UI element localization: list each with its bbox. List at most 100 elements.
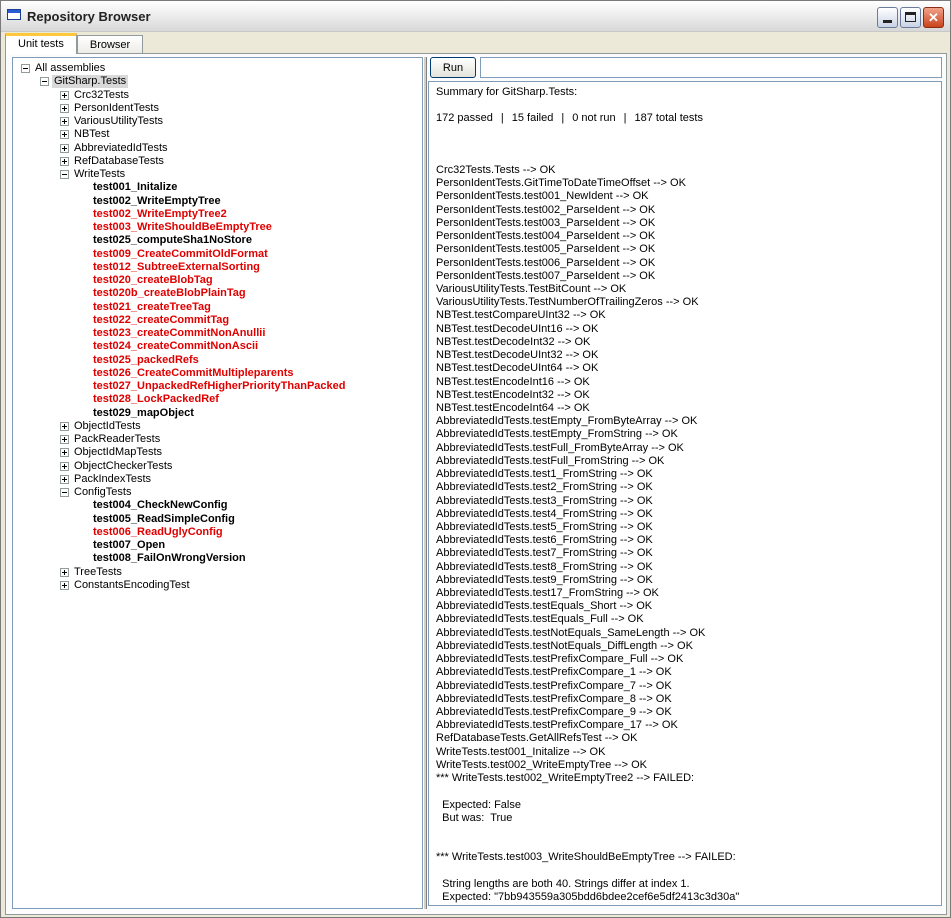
collapse-icon[interactable] bbox=[60, 488, 69, 497]
output-line: AbbreviatedIdTests.testNotEquals_SameLen… bbox=[436, 626, 706, 639]
expand-icon[interactable] bbox=[60, 117, 69, 126]
tree-node-test[interactable]: test025_computeSha1NoStore bbox=[13, 234, 422, 247]
tree-node-test[interactable]: test003_WriteShouldBeEmptyTree bbox=[13, 221, 422, 234]
tree-node-assembly[interactable]: GitSharp.Tests bbox=[13, 75, 422, 89]
expand-icon[interactable] bbox=[60, 474, 69, 484]
minimize-button[interactable] bbox=[877, 7, 898, 28]
tree-node-test[interactable]: test008_FailOnWrongVersion bbox=[13, 552, 422, 565]
output-line: PersonIdentTests.test002_ParseIdent --> … bbox=[436, 203, 656, 216]
title-bar[interactable]: Repository Browser ✕ bbox=[1, 1, 950, 32]
tree-node-test[interactable]: test029_mapObject bbox=[13, 407, 422, 420]
tree-node-label: test007_Open bbox=[93, 539, 166, 551]
output-line: AbbreviatedIdTests.testEmpty_FromByteArr… bbox=[436, 415, 698, 428]
output-line: VariousUtilityTests.TestNumberOfTrailing… bbox=[436, 296, 699, 309]
output-line: *** WriteTests.test002_WriteEmptyTree2 -… bbox=[436, 772, 695, 785]
tree-node-label: VariousUtilityTests bbox=[74, 115, 164, 127]
tree-node-root[interactable]: All assemblies bbox=[13, 62, 422, 75]
tree-node-fixture[interactable]: PackIndexTests bbox=[13, 473, 422, 486]
collapse-icon[interactable] bbox=[60, 170, 69, 179]
tree-node-test[interactable]: test020_createBlobTag bbox=[13, 274, 422, 287]
tree-node-label: test022_createCommitTag bbox=[93, 313, 230, 326]
tree-node-test[interactable]: test025_packedRefs bbox=[13, 354, 422, 367]
tree-node-fixture[interactable]: VariousUtilityTests bbox=[13, 115, 422, 128]
expand-icon[interactable] bbox=[60, 461, 69, 471]
tree-node-label: PackIndexTests bbox=[74, 472, 152, 485]
tree-node-test[interactable]: test002_WriteEmptyTree bbox=[13, 195, 422, 208]
tree-node-fixture[interactable]: WriteTests bbox=[13, 168, 422, 181]
tree-node-fixture[interactable]: ObjectCheckerTests bbox=[13, 460, 422, 473]
tree-node-test[interactable]: test001_Initalize bbox=[13, 181, 422, 194]
expand-icon[interactable] bbox=[60, 580, 69, 590]
output-line: AbbreviatedIdTests.testPrefixCompare_9 -… bbox=[436, 706, 672, 719]
tree-node-test[interactable]: test012_SubtreeExternalSorting bbox=[13, 261, 422, 274]
tree-node-fixture[interactable]: ObjectIdMapTests bbox=[13, 446, 422, 459]
tree-node-test[interactable]: test006_ReadUglyConfig bbox=[13, 526, 422, 539]
expand-icon[interactable] bbox=[60, 421, 69, 431]
tree-node-fixture[interactable]: Crc32Tests bbox=[13, 89, 422, 102]
tree-node-test[interactable]: test004_CheckNewConfig bbox=[13, 499, 422, 512]
tree-node-fixture[interactable]: NBTest bbox=[13, 128, 422, 141]
tree-node-label: test006_ReadUglyConfig bbox=[93, 525, 223, 538]
output-line: But was: True bbox=[436, 811, 513, 824]
tree-node-fixture[interactable]: PersonIdentTests bbox=[13, 102, 422, 115]
tree-node-test[interactable]: test023_createCommitNonAnullii bbox=[13, 327, 422, 340]
tree-node-test[interactable]: test007_Open bbox=[13, 539, 422, 552]
repository-browser-window: Repository Browser ✕ Unit tests Browser … bbox=[0, 0, 951, 918]
tree-node-label: AbbreviatedIdTests bbox=[74, 141, 168, 154]
tree-node-test[interactable]: test020b_createBlobPlainTag bbox=[13, 287, 422, 300]
tree-node-label: test009_CreateCommitOldFormat bbox=[93, 247, 268, 260]
expand-icon[interactable] bbox=[60, 435, 69, 444]
tree-node-test[interactable]: test005_ReadSimpleConfig bbox=[13, 513, 422, 526]
test-tree[interactable]: All assemblies GitSharp.Tests Crc32Tests Pe… bbox=[12, 57, 423, 909]
run-button[interactable]: Run bbox=[430, 57, 476, 78]
output-line: String lengths are both 40. Strings diff… bbox=[436, 877, 690, 890]
output-line: AbbreviatedIdTests.test17_FromString -->… bbox=[436, 587, 659, 600]
tree-node-fixture[interactable]: PackReaderTests bbox=[13, 433, 422, 446]
collapse-icon[interactable] bbox=[21, 64, 30, 73]
expand-icon[interactable] bbox=[60, 130, 69, 140]
tree-node-test[interactable]: test022_createCommitTag bbox=[13, 314, 422, 327]
tree-node-test[interactable]: test009_CreateCommitOldFormat bbox=[13, 248, 422, 261]
output-line: AbbreviatedIdTests.test1_FromString --> … bbox=[436, 468, 653, 481]
tree-node-fixture[interactable]: TreeTests bbox=[13, 566, 422, 579]
window-controls: ✕ bbox=[877, 7, 944, 28]
output-line: PersonIdentTests.test007_ParseIdent --> … bbox=[436, 269, 656, 282]
tree-node-test[interactable]: test002_WriteEmptyTree2 bbox=[13, 208, 422, 221]
output-line: AbbreviatedIdTests.test6_FromString --> … bbox=[436, 534, 653, 547]
tree-node-fixture[interactable]: ConstantsEncodingTest bbox=[13, 579, 422, 592]
expand-icon[interactable] bbox=[60, 103, 69, 113]
test-output[interactable]: Summary for GitSharp.Tests: 172 passed | 1… bbox=[428, 81, 942, 906]
stat-separator: | bbox=[623, 112, 627, 124]
tree-node-fixture[interactable]: ConfigTests bbox=[13, 486, 422, 499]
output-line: AbbreviatedIdTests.testFull_FromByteArra… bbox=[436, 441, 684, 454]
tree-node-fixture[interactable]: ObjectIdTests bbox=[13, 420, 422, 433]
collapse-icon[interactable] bbox=[40, 77, 49, 87]
tree-node-fixture[interactable]: AbbreviatedIdTests bbox=[13, 142, 422, 155]
filter-input[interactable] bbox=[480, 57, 942, 78]
expand-icon[interactable] bbox=[60, 143, 69, 153]
tree-node-test[interactable]: test028_LockPackedRef bbox=[13, 393, 422, 406]
tree-node-test[interactable]: test026_CreateCommitMultipleparents bbox=[13, 367, 422, 380]
expand-icon[interactable] bbox=[60, 567, 69, 577]
close-button[interactable]: ✕ bbox=[923, 7, 944, 28]
passed-count: 172 passed bbox=[436, 112, 493, 124]
tree-node-label: test001_Initalize bbox=[93, 181, 178, 194]
tab-browser[interactable]: Browser bbox=[76, 35, 144, 54]
expand-icon[interactable] bbox=[60, 90, 69, 100]
expand-icon[interactable] bbox=[60, 448, 69, 458]
tree-node-test[interactable]: test021_createTreeTag bbox=[13, 301, 422, 314]
output-line: NBTest.testCompareUInt32 --> OK bbox=[436, 309, 606, 322]
tree-node-fixture[interactable]: RefDatabaseTests bbox=[13, 155, 422, 168]
tree-node-label: test023_createCommitNonAnullii bbox=[93, 327, 266, 339]
tab-unit-tests[interactable]: Unit tests bbox=[5, 33, 77, 54]
tree-node-test[interactable]: test027_UnpackedRefHigherPriorityThanPac… bbox=[13, 380, 422, 393]
failed-count: 15 failed bbox=[511, 112, 554, 124]
maximize-button[interactable] bbox=[900, 7, 921, 28]
tree-node-label: Crc32Tests bbox=[74, 88, 130, 101]
output-line: NBTest.testDecodeUInt16 --> OK bbox=[436, 322, 599, 335]
maximize-icon bbox=[905, 12, 916, 22]
tree-node-test[interactable]: test024_createCommitNonAscii bbox=[13, 340, 422, 353]
output-line: AbbreviatedIdTests.test7_FromString --> … bbox=[436, 547, 653, 560]
tree-node-label: WriteTests bbox=[74, 168, 126, 180]
expand-icon[interactable] bbox=[60, 156, 69, 166]
